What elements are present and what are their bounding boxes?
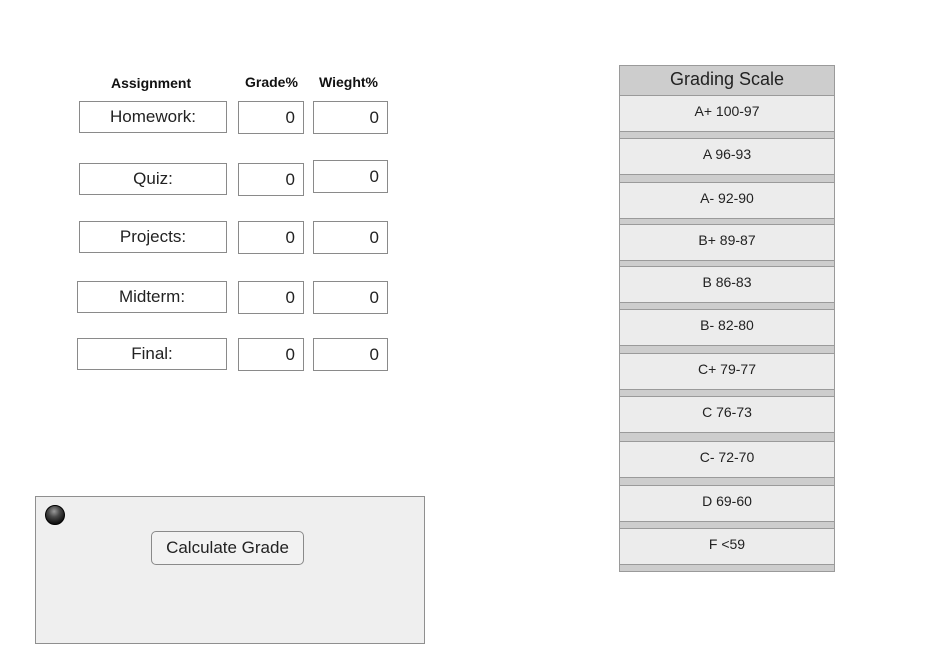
grade-scale-item: A+ 100-97: [619, 95, 835, 132]
quiz-weight-input[interactable]: [313, 160, 388, 193]
calculate-panel: Calculate Grade: [35, 496, 425, 644]
quiz-label: Quiz:: [79, 163, 227, 195]
projects-grade-input[interactable]: [238, 221, 304, 254]
grade-scale-item: A 96-93: [619, 138, 835, 175]
grade-scale-item: B- 82-80: [619, 309, 835, 346]
midterm-weight-input[interactable]: [313, 281, 388, 314]
grade-scale-item: C- 72-70: [619, 441, 835, 478]
grade-header: Grade%: [245, 74, 298, 90]
grade-scale-item: F <59: [619, 528, 835, 565]
homework-grade-input[interactable]: [238, 101, 304, 134]
grade-scale-item: C+ 79-77: [619, 353, 835, 390]
final-weight-input[interactable]: [313, 338, 388, 371]
calculate-grade-button[interactable]: Calculate Grade: [151, 531, 304, 565]
final-grade-input[interactable]: [238, 338, 304, 371]
status-indicator-icon: [45, 505, 65, 525]
grade-scale-item: C 76-73: [619, 396, 835, 433]
midterm-label: Midterm:: [77, 281, 227, 313]
grade-scale-item: A- 92-90: [619, 182, 835, 219]
grade-scale-item: B+ 89-87: [619, 224, 835, 261]
midterm-grade-input[interactable]: [238, 281, 304, 314]
grading-scale-title: Grading Scale: [669, 69, 785, 89]
quiz-grade-input[interactable]: [238, 163, 304, 196]
projects-label: Projects:: [79, 221, 227, 253]
final-label: Final:: [77, 338, 227, 370]
homework-weight-input[interactable]: [313, 101, 388, 134]
grade-scale-item: D 69-60: [619, 485, 835, 522]
assignment-header: Assignment: [111, 75, 192, 91]
grading-scale-panel: Grading Scale A+ 100-97 A 96-93 A- 92-90…: [619, 65, 835, 572]
grade-scale-item: B 86-83: [619, 266, 835, 303]
projects-weight-input[interactable]: [313, 221, 388, 254]
weight-header: Wieght%: [319, 74, 378, 90]
homework-label: Homework:: [79, 101, 227, 133]
